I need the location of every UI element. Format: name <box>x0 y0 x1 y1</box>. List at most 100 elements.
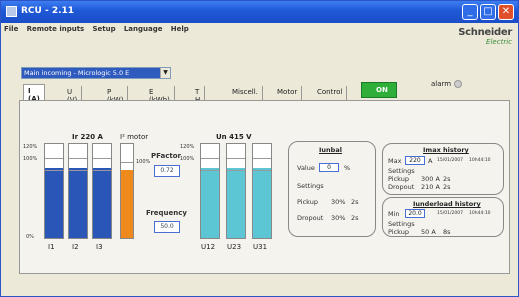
underload-pickup-label: Pickup <box>388 228 409 236</box>
menu-setup[interactable]: Setup <box>89 23 118 35</box>
thermal-bar-fill <box>121 170 133 238</box>
underload-time: 10h44:10 <box>469 211 491 216</box>
underload-min-value: 20.0 <box>405 209 425 218</box>
app-window: RCU - 2.11 _ □ ✕ File Remote inputs Setu… <box>0 0 519 297</box>
current-panel: Ir 220 A 120% 100% 0% I1 I2 I3 I² motor … <box>19 100 510 274</box>
menu-file[interactable]: File <box>1 23 21 35</box>
voltage-bar-u31 <box>252 143 272 239</box>
iunbal-group: Iunbal Value 0 % Settings Pickup 30% 2s … <box>288 141 376 237</box>
tab-power[interactable]: P (kW) <box>103 86 129 104</box>
imax-max-value: 220 <box>405 156 425 165</box>
iunbal-settings-label: Settings <box>297 182 324 190</box>
bar-tick <box>201 158 219 159</box>
voltage-bar-u31-fill <box>253 167 271 238</box>
underload-pickup-time: 8s <box>443 228 451 236</box>
label-i1: I1 <box>48 243 55 251</box>
alarm-indicator: alarm <box>431 80 463 88</box>
iunbal-pickup-time: 2s <box>351 198 359 206</box>
imax-pickup-label: Pickup <box>388 175 409 183</box>
imax-history-title: Imax history <box>423 146 469 154</box>
iunbal-value: 0 <box>319 163 339 172</box>
current-bar-i1 <box>44 143 64 239</box>
bar-tick <box>45 170 63 171</box>
thermal-scale-100: 100% <box>136 159 151 165</box>
current-scale-100: 100% <box>23 156 38 162</box>
app-icon <box>6 6 17 17</box>
imax-pickup-value: 300 A <box>421 175 440 183</box>
imax-dropout-time: 2s <box>443 183 451 191</box>
brand-logo: Schneider Electric <box>458 27 512 46</box>
device-select[interactable]: Main incoming - Micrologic 5.0 E ▼ <box>21 67 171 79</box>
imax-pickup-time: 2s <box>443 175 451 183</box>
imax-history-group: Imax history Max 220 A 15/01/2007 10h44:… <box>382 143 504 195</box>
tab-control[interactable]: Control <box>313 86 348 100</box>
menu-bar: File Remote inputs Setup Language Help <box>1 23 518 37</box>
bar-tick <box>253 158 271 159</box>
voltage-bar-u12-fill <box>201 167 219 238</box>
imax-unit: A <box>428 157 433 165</box>
iunbal-value-label: Value <box>297 164 315 172</box>
voltage-header: Un 415 V <box>216 133 252 141</box>
current-header: Ir 220 A <box>72 133 103 141</box>
iunbal-unit: % <box>344 164 351 172</box>
current-bar-i3-fill <box>93 167 111 238</box>
frequency-label: Frequency <box>146 209 187 217</box>
label-u23: U23 <box>227 243 242 251</box>
underload-date: 15/01/2007 <box>437 211 463 216</box>
minimize-button[interactable]: _ <box>462 4 478 20</box>
iunbal-pickup-pct: 30% <box>331 198 346 206</box>
menu-language[interactable]: Language <box>121 23 166 35</box>
bar-tick <box>93 170 111 171</box>
current-bar-i2-fill <box>69 167 87 238</box>
title-bar[interactable]: RCU - 2.11 _ □ ✕ <box>1 1 518 23</box>
tab-thd[interactable]: T H D <box>191 86 206 112</box>
imax-max-label: Max <box>388 157 402 165</box>
voltage-bar-u12 <box>200 143 220 239</box>
bar-tick <box>253 170 271 171</box>
label-i3: I3 <box>96 243 103 251</box>
underload-history-title: Iunderload history <box>413 200 481 208</box>
bar-tick <box>93 158 111 159</box>
iunbal-dropout-label: Dropout <box>297 214 324 222</box>
menu-remote-inputs[interactable]: Remote inputs <box>24 23 88 35</box>
close-button[interactable]: ✕ <box>498 4 514 20</box>
voltage-bar-u23 <box>226 143 246 239</box>
bar-tick <box>45 158 63 159</box>
bar-tick <box>227 158 245 159</box>
iunbal-title: Iunbal <box>319 146 342 154</box>
label-i2: I2 <box>72 243 79 251</box>
tab-voltage[interactable]: U (V) <box>63 86 83 104</box>
device-select-value: Main incoming - Micrologic 5.0 E <box>22 68 160 78</box>
bar-tick <box>227 170 245 171</box>
frequency-value: 50.0 <box>154 221 180 233</box>
menu-help[interactable]: Help <box>168 23 192 35</box>
current-bar-i3 <box>92 143 112 239</box>
imax-dropout-value: 210 A <box>421 183 440 191</box>
thermal-bar <box>120 143 134 239</box>
label-u31: U31 <box>253 243 268 251</box>
tab-energy[interactable]: E (kWh) <box>145 86 175 104</box>
tab-current[interactable]: I (A) <box>23 84 45 103</box>
on-button[interactable]: ON <box>361 82 397 98</box>
pfactor-value: 0.72 <box>154 165 180 177</box>
tab-motor[interactable]: Motor <box>273 86 303 100</box>
imax-time: 10h44:10 <box>469 158 491 163</box>
underload-min-label: Min <box>388 210 400 218</box>
iunbal-dropout-time: 2s <box>351 214 359 222</box>
imax-date: 15/01/2007 <box>437 158 463 163</box>
window-title: RCU - 2.11 <box>21 6 75 16</box>
current-scale-120: 120% <box>23 144 38 150</box>
chevron-down-icon[interactable]: ▼ <box>160 68 170 78</box>
alarm-led-icon <box>454 80 463 88</box>
iunbal-pickup-label: Pickup <box>297 198 318 206</box>
underload-pickup-value: 50 A <box>421 228 436 236</box>
label-u12: U12 <box>201 243 216 251</box>
tab-miscell[interactable]: Miscell. <box>228 86 263 100</box>
bar-tick <box>69 170 87 171</box>
thermal-header: I² motor <box>120 133 149 141</box>
voltage-bar-u23-fill <box>227 167 245 238</box>
maximize-button[interactable]: □ <box>480 4 496 20</box>
current-bar-i2 <box>68 143 88 239</box>
imax-dropout-label: Dropout <box>388 183 415 191</box>
voltage-scale-100: 100% <box>180 156 195 162</box>
